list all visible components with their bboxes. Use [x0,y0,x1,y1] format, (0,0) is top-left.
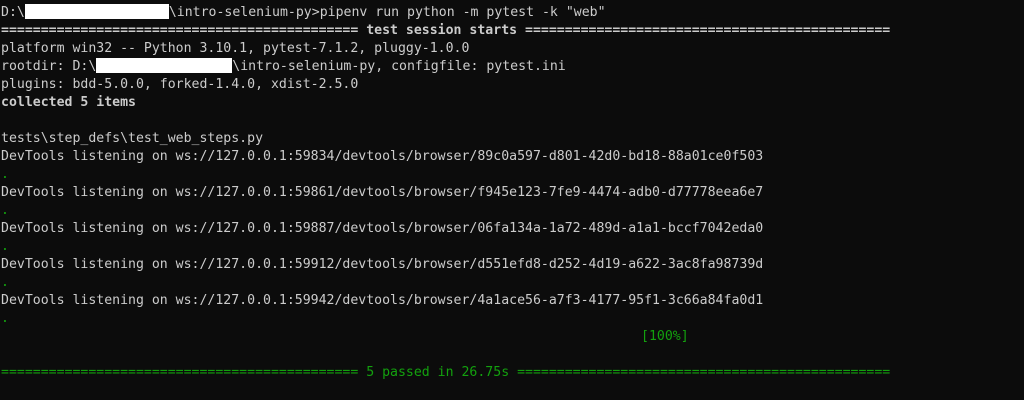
collected-line: collected 5 items [1,95,136,110]
pass-dot: . [1,275,9,290]
session-header: ========================================… [1,23,891,38]
devtools-line: DevTools listening on ws://127.0.0.1:598… [1,185,764,200]
prompt-drive: D:\ [1,5,25,20]
pass-dot: . [1,167,9,182]
devtools-line: DevTools listening on ws://127.0.0.1:598… [1,149,764,164]
rootdir-line: rootdir: D:\ \intro-selenium-py, configfi… [1,58,566,76]
prompt-path: \intro-selenium-py> [168,5,320,20]
command-prompt-line: D:\ \intro-selenium-py>pipenv run python … [1,4,606,22]
devtools-line: DevTools listening on ws://127.0.0.1:599… [1,257,764,272]
devtools-line: DevTools listening on ws://127.0.0.1:598… [1,221,764,236]
platform-line: platform win32 -- Python 3.10.1, pytest-… [1,41,470,56]
rootdir-rest: \intro-selenium-py, configfile: pytest.i… [232,59,566,74]
pass-dot: . [1,311,9,326]
prompt-command: pipenv run python -m pytest -k "web" [319,5,606,20]
rootdir-label: rootdir: D:\ [1,59,97,74]
pass-dot: . [1,203,9,218]
redacted-path-block [96,58,233,73]
terminal-window[interactable]: D:\ \intro-selenium-py>pipenv run python … [0,0,1024,400]
summary-line: ========================================… [1,365,891,380]
devtools-line: DevTools listening on ws://127.0.0.1:599… [1,293,764,308]
test-file-line: tests\step_defs\test_web_steps.py [1,131,264,146]
redacted-path-block [24,4,169,19]
progress-percent: [100%] [641,329,689,344]
pass-dot: . [1,239,9,254]
plugins-line: plugins: bdd-5.0.0, forked-1.4.0, xdist-… [1,77,359,92]
